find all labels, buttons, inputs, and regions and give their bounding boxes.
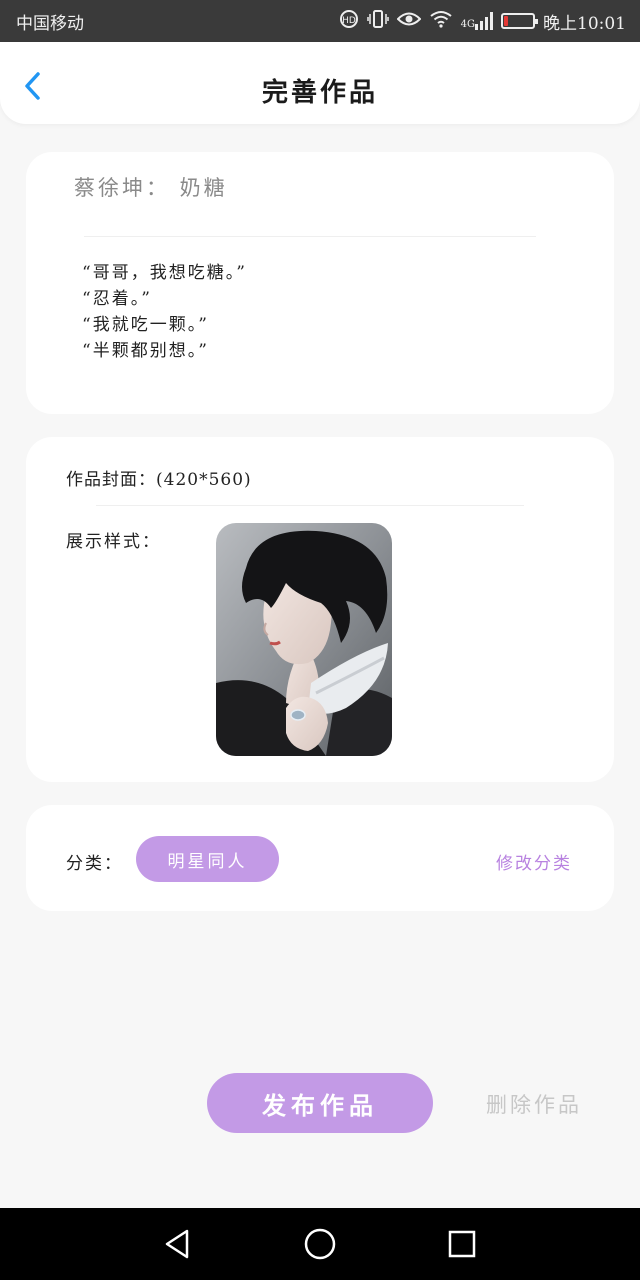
work-line: “半颗都别想。” <box>82 341 209 361</box>
square-recents-icon <box>448 1230 476 1258</box>
network-label: 4G <box>460 19 475 30</box>
nav-recents-button[interactable] <box>444 1226 480 1262</box>
category-label: 分类： <box>66 854 123 874</box>
battery-icon <box>501 13 538 29</box>
circle-home-icon <box>304 1228 336 1260</box>
status-icons: HD 4G 晚上10:01 <box>339 9 626 34</box>
cover-card: 作品封面：(420*560) 展示样式： <box>26 437 614 782</box>
divider <box>96 505 524 506</box>
signal-icon: 4G <box>461 12 493 30</box>
carrier-label: 中国移动 <box>16 13 84 34</box>
work-line: “我就吃一颗。” <box>82 315 209 335</box>
app-header: 完善作品 <box>0 42 640 124</box>
clock: 晚上10:01 <box>543 13 626 34</box>
eye-icon <box>396 10 422 32</box>
vibrate-icon <box>366 9 389 33</box>
work-line: “忍着。” <box>82 289 152 309</box>
category-card: 分类： 明星同人 修改分类 <box>26 805 614 911</box>
work-line: “哥哥，我想吃糖。” <box>82 263 247 283</box>
edit-category-link[interactable]: 修改分类 <box>496 849 572 874</box>
divider <box>84 236 536 237</box>
display-style-label: 展示样式： <box>66 532 161 552</box>
triangle-back-icon <box>165 1229 189 1259</box>
nav-home-button[interactable] <box>302 1226 338 1262</box>
nav-back-button[interactable] <box>160 1226 196 1262</box>
system-nav-bar <box>0 1208 640 1280</box>
page-title: 完善作品 <box>261 78 378 108</box>
delete-button[interactable]: 删除作品 <box>486 1089 582 1119</box>
hd-call-icon: HD <box>339 9 359 33</box>
cover-label: 作品封面：(420*560) <box>66 470 252 490</box>
work-body[interactable]: “哥哥，我想吃糖。” “忍着。” “我就吃一颗。” “半颗都别想。” <box>82 260 247 364</box>
work-title[interactable]: 蔡徐坤： 奶糖 <box>74 172 228 202</box>
wifi-icon <box>429 10 453 32</box>
publish-button[interactable]: 发布作品 <box>207 1073 433 1133</box>
status-bar: 中国移动 HD 4G 晚上10:01 <box>0 0 640 42</box>
svg-text:HD: HD <box>342 16 356 26</box>
work-content-card: 蔡徐坤： 奶糖 “哥哥，我想吃糖。” “忍着。” “我就吃一颗。” “半颗都别想… <box>26 152 614 414</box>
category-tag: 明星同人 <box>136 836 279 882</box>
cover-portrait-image <box>216 523 392 756</box>
cover-image[interactable] <box>216 523 392 756</box>
